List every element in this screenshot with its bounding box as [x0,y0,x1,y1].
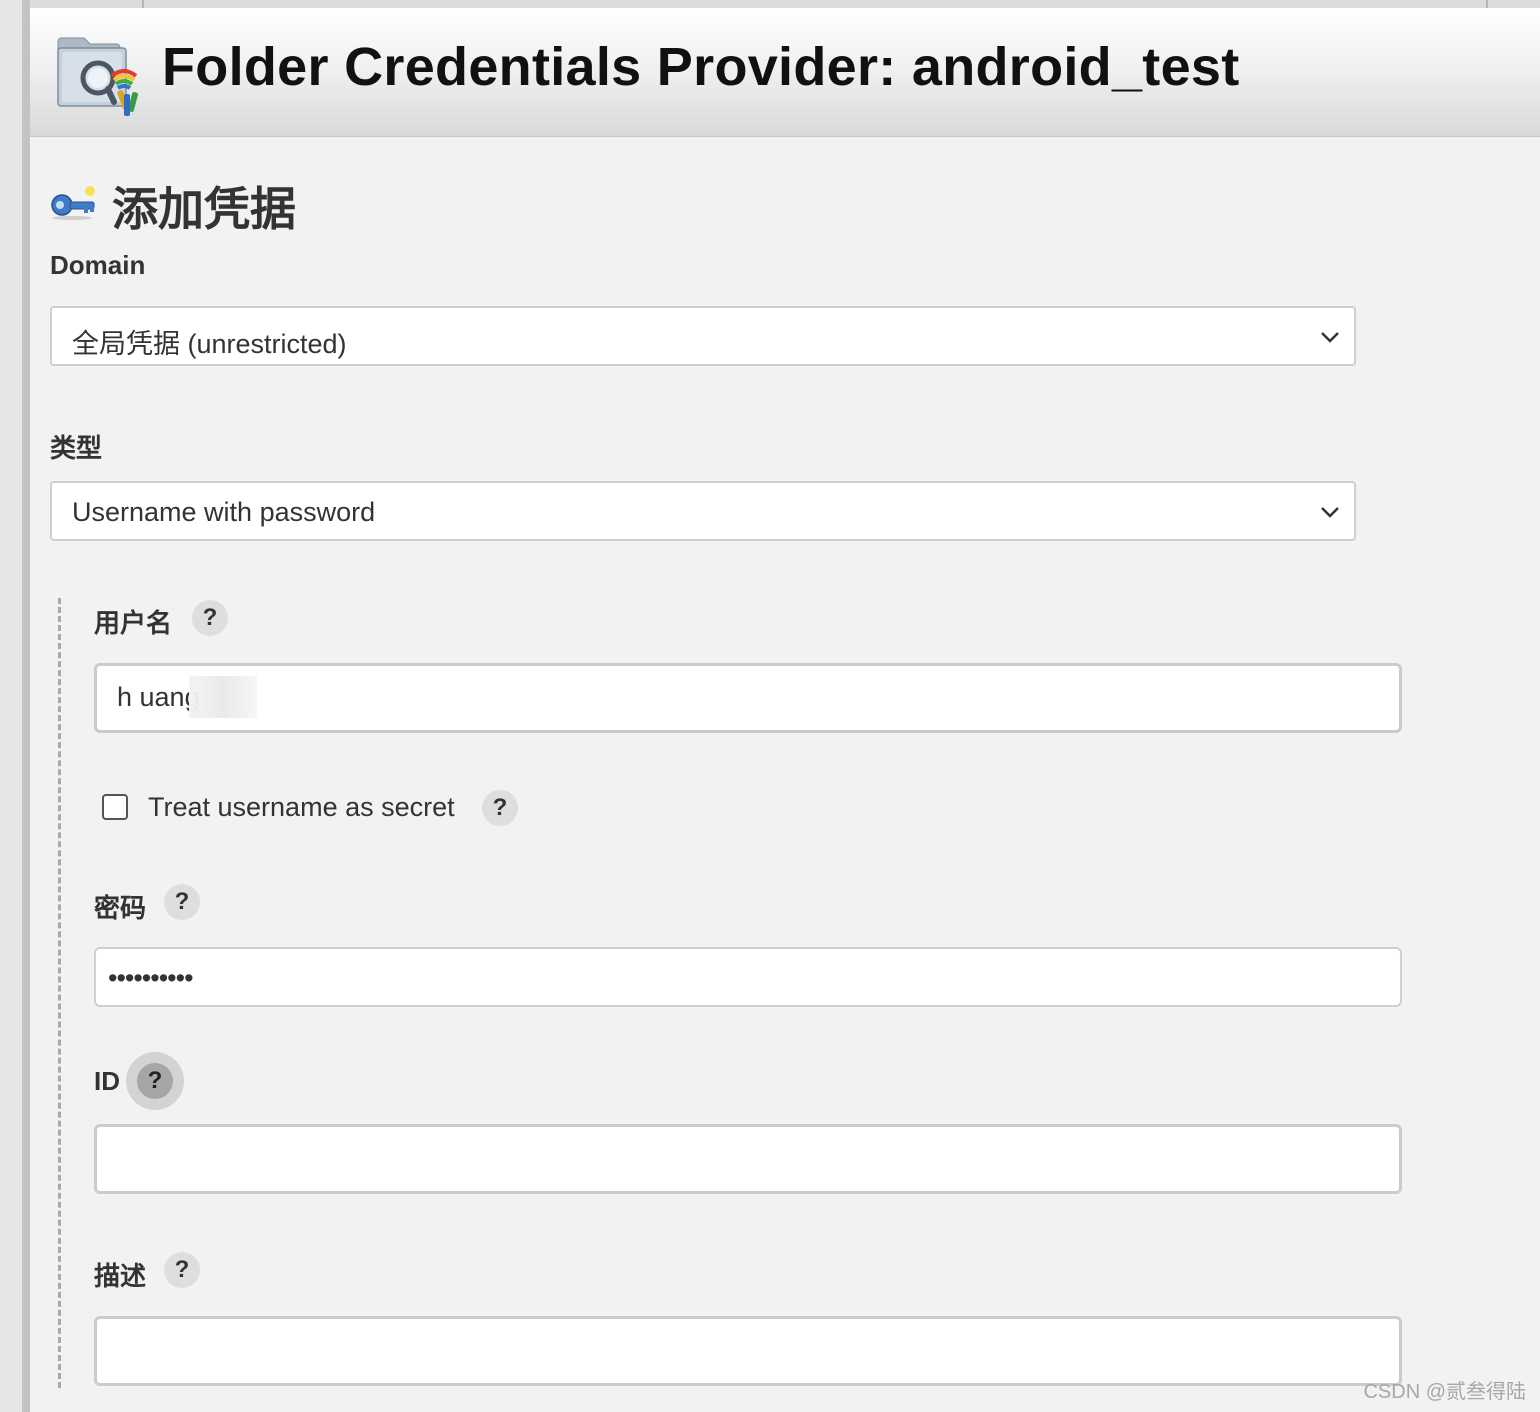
password-input[interactable]: •••••••••• [94,947,1402,1007]
treat-username-secret-checkbox[interactable] [102,794,128,820]
id-help-icon-glyph: ? [137,1063,173,1099]
left-gutter [0,0,22,1412]
description-help-icon[interactable]: ? [164,1252,200,1288]
password-help-icon[interactable]: ? [164,884,200,920]
password-label: 密码 [94,893,147,923]
page-header: Folder Credentials Provider: android_tes… [30,8,1540,137]
page-title: Folder Credentials Provider: android_tes… [162,37,1240,97]
password-value: •••••••••• [108,963,194,993]
description-label: 描述 [94,1261,147,1291]
key-icon [51,186,95,220]
main-panel: Folder Credentials Provider: android_tes… [30,8,1540,1412]
username-label: 用户名 [94,608,173,638]
domain-label: Domain [50,250,146,280]
left-divider [22,0,30,1412]
description-input[interactable] [94,1316,1402,1386]
treat-secret-help-icon[interactable]: ? [482,790,518,826]
watermark: CSDN @贰叁得陆 [1363,1381,1526,1403]
kind-select[interactable]: Username with password [50,481,1356,541]
chevron-down-icon [1321,332,1339,343]
top-strip-divider [1486,0,1488,8]
username-input[interactable]: h uang [94,663,1402,733]
treat-username-secret-label: Treat username as secret [148,792,455,822]
kind-selected-value: Username with password [72,497,376,527]
folder-credentials-icon [57,37,139,116]
username-help-icon[interactable]: ? [192,600,228,636]
top-strip-divider [142,0,144,8]
id-input[interactable] [94,1124,1402,1194]
id-label: ID [94,1066,120,1096]
domain-select[interactable]: 全局凭据 (unrestricted) [50,306,1356,366]
redaction-mask [189,676,257,718]
username-value: h uang [117,682,200,712]
nested-fields-border [58,598,61,1388]
chevron-down-icon [1321,507,1339,518]
section-title: 添加凭据 [112,182,296,236]
domain-selected-value: 全局凭据 (unrestricted) [72,329,347,359]
id-help-icon[interactable]: ? [126,1052,184,1110]
kind-label: 类型 [50,433,103,463]
